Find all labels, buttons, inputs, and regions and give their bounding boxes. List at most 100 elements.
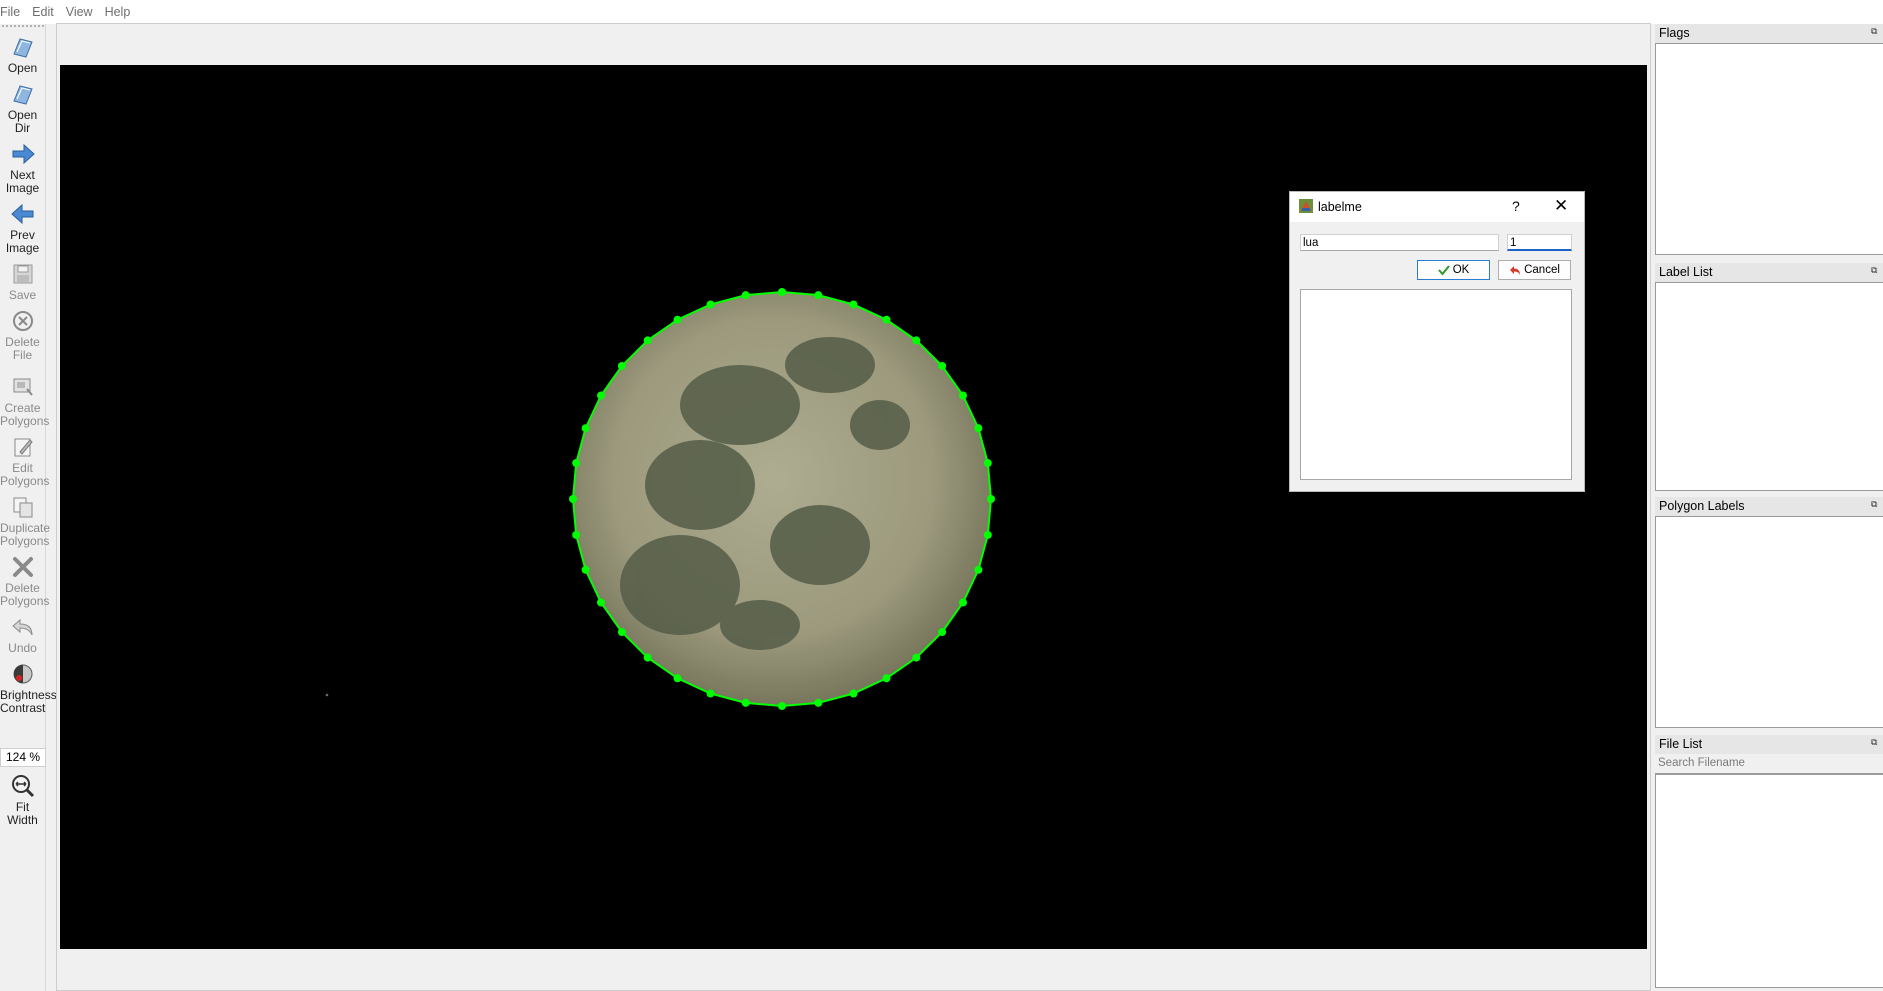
polygon-vertex[interactable] bbox=[938, 361, 947, 370]
polygon-vertex[interactable] bbox=[814, 291, 823, 300]
duplicate-polygons-label: Duplicate Polygons bbox=[0, 521, 51, 548]
save-icon bbox=[13, 264, 32, 284]
prev-image-label: Prev Image bbox=[5, 228, 40, 255]
polygon-vertex[interactable] bbox=[958, 391, 967, 400]
edit-polygons-label: Edit Polygons bbox=[0, 461, 50, 488]
polygon-vertex[interactable] bbox=[882, 674, 891, 683]
flags-title: Flags bbox=[1659, 26, 1690, 40]
polygon-vertex[interactable] bbox=[617, 361, 626, 370]
menu-edit[interactable]: Edit bbox=[32, 5, 63, 19]
open-dir-label: Open Dir bbox=[7, 108, 38, 135]
cancel-button[interactable]: Cancel bbox=[1498, 260, 1571, 280]
polygon-vertex[interactable] bbox=[741, 291, 750, 300]
polygon-vertex[interactable] bbox=[597, 598, 606, 607]
polygon-vertex[interactable] bbox=[974, 565, 983, 574]
polygon-vertex[interactable] bbox=[983, 530, 992, 539]
flags-dock-title: Flags ⧉ bbox=[1655, 24, 1883, 43]
label-choices-list[interactable] bbox=[1300, 289, 1572, 480]
label-name-input[interactable]: lua bbox=[1300, 234, 1499, 251]
zoom-level[interactable]: 124 % bbox=[0, 748, 46, 767]
polygon-vertex[interactable] bbox=[643, 653, 652, 662]
polygon-vertex[interactable] bbox=[581, 565, 590, 574]
open-dir-icon bbox=[12, 85, 33, 105]
label-dialog: labelme ? ✕ lua 1 OK Cancel bbox=[1289, 191, 1585, 492]
menu-file[interactable]: File bbox=[0, 5, 29, 19]
toolbar-grip[interactable] bbox=[2, 25, 44, 27]
next-arrow-icon bbox=[12, 143, 35, 165]
polygon-vertex[interactable] bbox=[882, 315, 891, 324]
save-button[interactable]: Save bbox=[0, 261, 45, 302]
help-icon[interactable]: ? bbox=[1512, 198, 1520, 214]
open-icon bbox=[12, 38, 33, 58]
file-search-input[interactable]: Search Filename bbox=[1655, 754, 1883, 774]
fit-width-button[interactable]: Fit Width bbox=[0, 773, 45, 827]
polygon-vertex[interactable] bbox=[849, 300, 858, 309]
polygon-vertex[interactable] bbox=[983, 459, 992, 468]
flags-list[interactable] bbox=[1655, 43, 1883, 255]
ok-button[interactable]: OK bbox=[1417, 260, 1490, 280]
polygon-vertex[interactable] bbox=[673, 674, 682, 683]
polygon-vertex[interactable] bbox=[581, 424, 590, 433]
annotation-polygon[interactable] bbox=[571, 290, 993, 708]
next-image-label: Next Image bbox=[5, 168, 40, 195]
brightness-contrast-button[interactable]: Brightness Contrast bbox=[0, 661, 57, 715]
open-button[interactable]: Open bbox=[0, 34, 45, 75]
undo-label: Undo bbox=[8, 641, 37, 655]
polygon-vertex[interactable] bbox=[706, 689, 715, 698]
dialog-titlebar[interactable]: labelme ? ✕ bbox=[1290, 192, 1584, 222]
open-dir-button[interactable]: Open Dir bbox=[0, 81, 45, 135]
create-polygons-icon bbox=[13, 378, 33, 396]
next-image-button[interactable]: Next Image bbox=[0, 141, 45, 195]
duplicate-polygons-button[interactable]: Duplicate Polygons bbox=[0, 494, 50, 548]
polygon-vertex[interactable] bbox=[778, 702, 786, 710]
undo-icon bbox=[11, 618, 32, 636]
polygon-vertex[interactable] bbox=[572, 459, 581, 468]
file-list[interactable] bbox=[1655, 774, 1883, 988]
polygon-vertex[interactable] bbox=[778, 288, 786, 296]
polygon-vertex[interactable] bbox=[569, 495, 577, 503]
polygon-vertex[interactable] bbox=[912, 336, 921, 345]
float-icon[interactable]: ⧉ bbox=[1871, 26, 1881, 36]
polygon-vertex[interactable] bbox=[987, 495, 995, 503]
polygon-vertex[interactable] bbox=[849, 689, 858, 698]
cancel-label: Cancel bbox=[1524, 263, 1560, 276]
undo-button[interactable]: Undo bbox=[0, 614, 45, 655]
polygon-vertex[interactable] bbox=[958, 598, 967, 607]
polygon-vertex[interactable] bbox=[741, 698, 750, 707]
toolbar: Open Open Dir Next Image Prev Image Save… bbox=[0, 24, 57, 991]
polygon-labels-title: Polygon Labels bbox=[1659, 499, 1745, 513]
checkmark-icon bbox=[1437, 265, 1450, 276]
polygon-vertex[interactable] bbox=[617, 628, 626, 637]
label-list[interactable] bbox=[1655, 282, 1883, 491]
delete-polygons-label: Delete Polygons bbox=[0, 581, 50, 608]
float-icon[interactable]: ⧉ bbox=[1871, 737, 1881, 747]
polygon-labels-dock-title: Polygon Labels ⧉ bbox=[1655, 497, 1883, 516]
polygon-vertex[interactable] bbox=[912, 653, 921, 662]
float-icon[interactable]: ⧉ bbox=[1871, 499, 1881, 509]
edit-polygons-icon bbox=[14, 438, 33, 457]
delete-file-label: Delete File bbox=[5, 335, 40, 362]
polygon-vertex[interactable] bbox=[597, 391, 606, 400]
polygon-vertex[interactable] bbox=[643, 336, 652, 345]
menu-view[interactable]: View bbox=[66, 5, 102, 19]
save-label: Save bbox=[8, 288, 37, 302]
delete-file-button[interactable]: Delete File bbox=[0, 308, 45, 362]
ok-label: OK bbox=[1452, 263, 1470, 276]
polygon-vertex[interactable] bbox=[814, 698, 823, 707]
edit-polygons-button[interactable]: Edit Polygons bbox=[0, 434, 49, 488]
group-id-input[interactable]: 1 bbox=[1507, 234, 1572, 251]
polygon-vertex[interactable] bbox=[974, 424, 983, 433]
polygon-vertex[interactable] bbox=[706, 300, 715, 309]
polygon-vertex[interactable] bbox=[938, 628, 947, 637]
prev-image-button[interactable]: Prev Image bbox=[0, 201, 45, 255]
delete-polygons-button[interactable]: Delete Polygons bbox=[0, 554, 49, 608]
fit-width-icon bbox=[11, 775, 34, 798]
close-icon[interactable]: ✕ bbox=[1554, 196, 1568, 216]
polygon-labels-list[interactable] bbox=[1655, 516, 1883, 728]
polygon-vertex[interactable] bbox=[572, 530, 581, 539]
create-polygons-button[interactable]: Create Polygons bbox=[0, 374, 49, 428]
menu-help[interactable]: Help bbox=[105, 5, 140, 19]
polygon-vertex[interactable] bbox=[673, 315, 682, 324]
float-icon[interactable]: ⧉ bbox=[1871, 265, 1881, 275]
dialog-title: labelme bbox=[1318, 200, 1362, 214]
